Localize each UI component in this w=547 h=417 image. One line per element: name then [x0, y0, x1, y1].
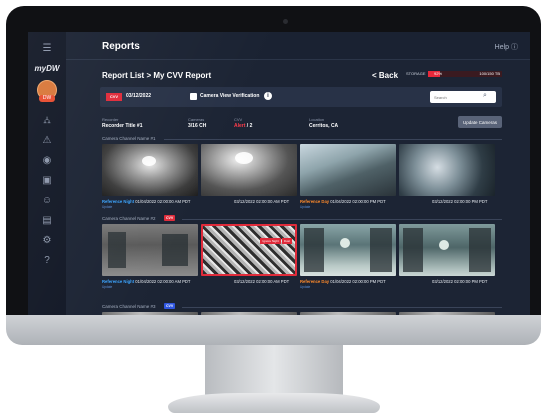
channel-2-caption-4: 03/12/2022 02:00:00 PM PDT: [432, 279, 488, 284]
cameras-info: Cameras 3/16 CH: [188, 117, 206, 129]
cvv-checkbox[interactable]: [190, 93, 197, 100]
timestamp: 01/04/2022 02:00:00 AM PDT: [135, 199, 191, 204]
reference-night-label: Reference Night: [102, 199, 135, 204]
channel-1-current-day-image[interactable]: [399, 144, 495, 196]
breadcrumb[interactable]: Report List > My CVV Report: [102, 71, 211, 80]
recorder-label: Recorder: [102, 117, 119, 122]
menu-icon[interactable]: ☰: [36, 42, 58, 56]
update-reference-link[interactable]: Update: [102, 285, 112, 289]
channel-1-current-night-image[interactable]: [201, 144, 297, 196]
help-icon[interactable]: ?: [36, 254, 58, 268]
webcam-icon: [283, 19, 288, 24]
cameras-label: Cameras: [188, 117, 205, 122]
sidebar: ☰ myDW DW ⛼ ⚠ ◉ ▣ ☺ ▤ ⚙ ?: [28, 32, 66, 322]
monitor-chin: [6, 315, 541, 345]
update-reference-link[interactable]: Update: [102, 205, 112, 209]
channel-1-divider: [164, 139, 502, 140]
help-circle-icon: ⓘ: [511, 44, 518, 51]
location-label: Location: [309, 117, 325, 122]
cvv-value: Alert / 2: [234, 123, 252, 129]
location-info: Location Cerritos, CA: [309, 117, 338, 129]
channel-2-reference-night-image[interactable]: [102, 224, 198, 276]
dvr-icon[interactable]: ◉: [36, 154, 58, 168]
storage-label: STORAGE: [406, 71, 426, 76]
timestamp: 01/04/2022 02:00:00 PM PDT: [330, 199, 386, 204]
storage-percent: 92%: [434, 71, 443, 76]
user-badge: DW: [39, 95, 55, 102]
search-icon[interactable]: ⌕: [483, 92, 491, 100]
channel-1-reference-day-image[interactable]: [300, 144, 396, 196]
channel-3-divider: [182, 307, 502, 308]
channel-2-caption-3: Reference Day 01/04/2022 02:00:00 PM PDT: [300, 279, 386, 284]
channel-3-title: Camera Channel Name #3: [102, 304, 156, 309]
storage-indicator: STORAGE 92% 100/150 TB: [406, 70, 502, 79]
channel-1-title: Camera Channel Name #1: [102, 136, 156, 141]
channel-2-divider: [182, 219, 502, 220]
report-content: Report List > My CVV Report < Back STORA…: [66, 60, 530, 322]
channel-2-title: Camera Channel Name #2: [102, 216, 156, 221]
monitor-frame: ☰ myDW DW ⛼ ⚠ ◉ ▣ ☺ ▤ ⚙ ? Reports Help ⓘ…: [6, 6, 541, 336]
storage-bar: 92% 100/150 TB: [428, 71, 502, 77]
recorder-value: Recorder Title #1: [102, 123, 143, 129]
cvv-count: / 2: [246, 123, 253, 129]
issue-tags: Ignore Night Dust: [259, 229, 292, 244]
channel-3-cvv-badge: CVV: [164, 303, 176, 309]
monitor-stand-base: [168, 393, 380, 413]
channel-2-caption-1: Reference Night 01/04/2022 02:00:00 AM P…: [102, 279, 190, 284]
sitemap-icon[interactable]: ⛼: [36, 114, 58, 128]
warning-icon[interactable]: ⚠: [36, 134, 58, 148]
recorder-info: Recorder Recorder Title #1: [102, 117, 142, 129]
update-cameras-button[interactable]: Update Cameras: [458, 116, 502, 128]
cvv-label: CVV: [234, 117, 243, 122]
channel-2-reference-day-image[interactable]: [300, 224, 396, 276]
update-reference-link[interactable]: Update: [300, 205, 310, 209]
channel-1-caption-4: 03/12/2022 02:00:00 PM PDT: [432, 199, 488, 204]
channel-1-reference-night-image[interactable]: [102, 144, 198, 196]
document-icon[interactable]: ▣: [36, 174, 58, 188]
channel-2-cvv-badge: CVV: [164, 215, 176, 221]
channel-2-current-night-image[interactable]: Ignore Night Dust: [201, 224, 297, 276]
reference-night-label: Reference Night: [102, 279, 135, 284]
tag-ignore-night[interactable]: Ignore Night: [260, 238, 281, 244]
timestamp: 01/04/2022 02:00:00 PM PDT: [330, 279, 386, 284]
gear-icon[interactable]: ⚙: [36, 234, 58, 248]
filter-row: CVV 03/12/2022 Camera View Verification …: [100, 87, 502, 107]
channel-2-current-day-image[interactable]: [399, 224, 495, 276]
location-value: Cerritos, CA: [309, 123, 339, 129]
cvv-badge: CVV: [106, 93, 122, 101]
top-bar: Reports Help ⓘ: [66, 32, 530, 60]
tag-dust[interactable]: Dust: [281, 238, 292, 244]
update-reference-link[interactable]: Update: [300, 285, 310, 289]
page-title: Reports: [102, 41, 140, 52]
info-icon[interactable]: i: [264, 92, 272, 100]
monitor-stand-neck: [205, 345, 343, 395]
cvv-info: CVV Alert / 2: [234, 117, 252, 129]
report-icon[interactable]: ▤: [36, 214, 58, 228]
back-button[interactable]: < Back: [372, 71, 398, 80]
reference-day-label: Reference Day: [300, 199, 330, 204]
channel-1-caption-2: 03/12/2022 02:00:00 AM PDT: [234, 199, 290, 204]
brand-logo: myDW: [34, 64, 60, 73]
help-link[interactable]: Help ⓘ: [495, 42, 518, 52]
user-icon[interactable]: ☺: [36, 194, 58, 208]
cvv-alert: Alert: [234, 123, 246, 129]
cvv-checkbox-label: Camera View Verification: [200, 93, 260, 99]
report-date[interactable]: 03/12/2022: [126, 93, 151, 99]
cameras-value: 3/16 CH: [188, 123, 207, 129]
reference-day-label: Reference Day: [300, 279, 330, 284]
channel-2-caption-2: 03/12/2022 02:00:00 AM PDT: [234, 279, 290, 284]
timestamp: 01/04/2022 02:00:00 AM PDT: [135, 279, 191, 284]
help-label: Help: [494, 44, 510, 51]
channel-1-caption-3: Reference Day 01/04/2022 02:00:00 PM PDT: [300, 199, 386, 204]
storage-value: 100/150 TB: [479, 71, 500, 76]
app-screen: ☰ myDW DW ⛼ ⚠ ◉ ▣ ☺ ▤ ⚙ ? Reports Help ⓘ…: [28, 32, 530, 322]
channel-1-caption-1: Reference Night 01/04/2022 02:00:00 AM P…: [102, 199, 190, 204]
